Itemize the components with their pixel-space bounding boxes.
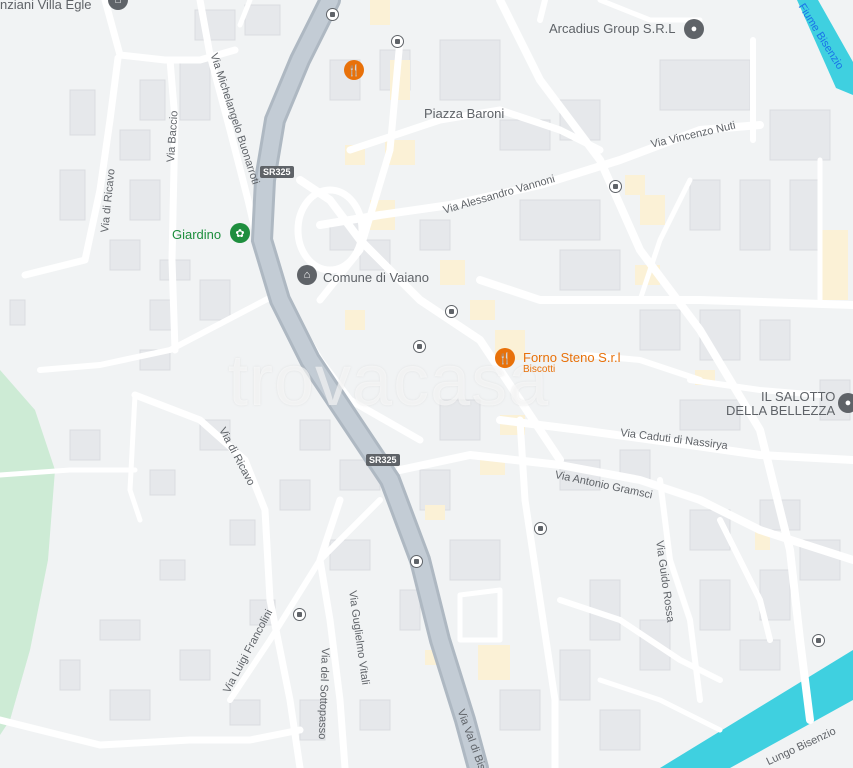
bakery-pin-icon[interactable]: 🍴 [495, 348, 515, 368]
restaurant-pin-icon[interactable]: 🍴 [344, 60, 364, 80]
place-sublabel-forno: Biscotti [523, 364, 556, 375]
place-label-salotto-1[interactable]: IL SALOTTO [761, 390, 835, 403]
place-label-comune[interactable]: Comune di Vaiano [323, 271, 429, 284]
route-shield-sr325: SR325 [260, 166, 294, 178]
town-hall-pin-icon[interactable]: ⌂ [297, 265, 317, 285]
bus-stop-icon[interactable] [413, 340, 426, 353]
bus-stop-icon[interactable] [812, 634, 825, 647]
bus-stop-icon[interactable] [534, 522, 547, 535]
place-label-villa[interactable]: nziani Villa Egle [0, 0, 92, 11]
park-area [0, 370, 55, 735]
place-label-piazza[interactable]: Piazza Baroni [424, 107, 504, 120]
map-view[interactable]: trovacasa SR325 SR325 nziani Villa Egle … [0, 0, 853, 768]
business-pin-icon[interactable]: ● [684, 19, 704, 39]
place-label-salotto-2[interactable]: DELLA BELLEZZA [726, 404, 835, 417]
route-shield-sr325: SR325 [366, 454, 400, 466]
place-label-forno[interactable]: Forno Steno S.r.l [523, 351, 621, 364]
bus-stop-icon[interactable] [410, 555, 423, 568]
street-label-sotto: Via del Sottopasso [315, 647, 331, 740]
bus-stop-icon[interactable] [609, 180, 622, 193]
place-label-giardino[interactable]: Giardino [172, 228, 221, 241]
bus-stop-icon[interactable] [293, 608, 306, 621]
bus-stop-icon[interactable] [391, 35, 404, 48]
bus-stop-icon[interactable] [326, 8, 339, 21]
business-pin-icon[interactable]: ● [838, 393, 853, 413]
bus-stop-icon[interactable] [445, 305, 458, 318]
park-pin-icon[interactable]: ✿ [230, 223, 250, 243]
place-label-arcadius[interactable]: Arcadius Group S.R.L [549, 22, 675, 35]
